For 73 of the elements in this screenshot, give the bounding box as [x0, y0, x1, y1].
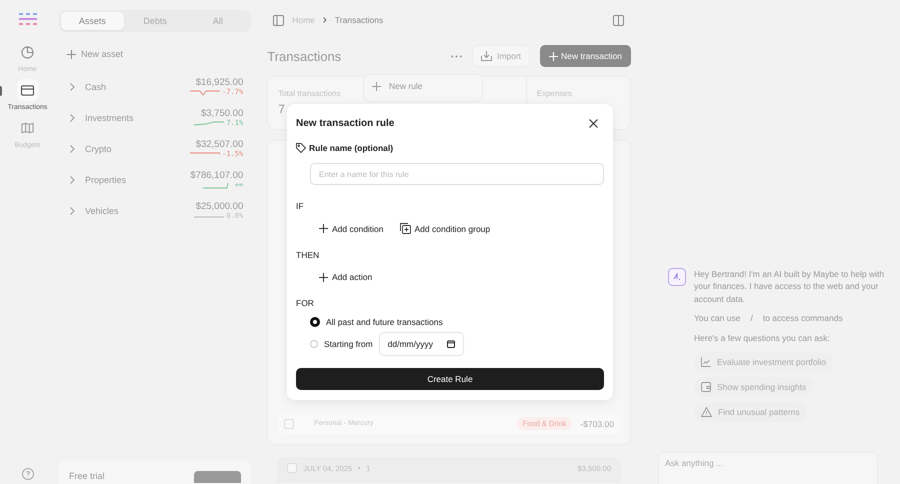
- plus-icon: [319, 224, 328, 233]
- add-condition-button[interactable]: Add condition: [319, 223, 384, 234]
- more-icon[interactable]: [450, 54, 462, 58]
- suggestions-intro: Here's a few questions you can ask:: [694, 332, 830, 344]
- option-label: Starting from: [324, 339, 373, 349]
- chevron-right-icon: [70, 114, 75, 122]
- breadcrumb-current: Transactions: [334, 15, 384, 25]
- field-label: Rule name (optional): [309, 143, 394, 153]
- pie-chart-icon: [21, 46, 34, 58]
- account-balance: $3,750.00: [200, 108, 244, 118]
- account-balance: $786,107.00: [190, 170, 244, 180]
- checkbox[interactable]: [284, 418, 294, 428]
- new-rule-menu-item[interactable]: New rule: [372, 81, 423, 91]
- plus-icon: [319, 272, 328, 282]
- account-name: Investments: [85, 112, 134, 122]
- credit-card-icon: [21, 84, 34, 96]
- close-icon[interactable]: [589, 119, 598, 128]
- tag-icon: [296, 143, 306, 153]
- plus-icon: [372, 82, 381, 90]
- calendar-icon: [447, 340, 455, 348]
- free-trial-label: Free trial: [69, 471, 105, 481]
- chart-icon: [701, 357, 711, 368]
- chevron-right-icon: [70, 144, 75, 152]
- wallet-icon: [701, 382, 711, 392]
- new-transaction-button[interactable]: New transaction: [540, 45, 631, 67]
- account-name: Vehicles: [85, 206, 119, 216]
- chevron-right-icon: [70, 82, 75, 90]
- section-label: IF: [296, 201, 305, 211]
- dialog-title: New transaction rule: [296, 118, 394, 129]
- download-icon: [480, 51, 492, 61]
- chevron-right-icon: [70, 206, 75, 214]
- chat-input-field[interactable]: Ask anything ...: [658, 452, 878, 484]
- add-condition-group-button[interactable]: Add condition group: [400, 223, 490, 234]
- radio-button[interactable]: [310, 317, 320, 327]
- rule-name-input[interactable]: Enter a name for this rule: [310, 163, 604, 185]
- transaction-amount: -$703.00: [580, 418, 614, 428]
- account-name: Cash: [85, 82, 106, 92]
- command-hint: to access commands: [762, 312, 843, 323]
- create-rule-button[interactable]: Create Rule: [296, 368, 604, 390]
- tab[interactable]: All: [186, 12, 250, 30]
- account-name: Properties: [85, 174, 126, 184]
- upgrade-button[interactable]: [194, 471, 242, 483]
- chevron-right-icon: [70, 176, 75, 184]
- account-balance: $32,507.00: [196, 138, 244, 150]
- assistant-message: Hey Bertrand! I'm an AI built by Maybe to help with your finances. I have access to the web and your account data.: [694, 268, 886, 305]
- tab[interactable]: Assets: [61, 12, 124, 30]
- help-icon[interactable]: [22, 468, 34, 480]
- command-hint: You can use: [694, 312, 740, 323]
- page-title: Transactions: [267, 48, 342, 64]
- logo-icon: [18, 13, 36, 25]
- plus-icon: [67, 50, 76, 58]
- account-balance: $25,000.00: [196, 200, 244, 212]
- date-input[interactable]: dd/mm/yyyy: [378, 332, 464, 356]
- option-label: All past and future transactions: [326, 317, 443, 327]
- account-name: Crypto: [85, 144, 112, 154]
- new-asset-button[interactable]: New asset: [67, 49, 124, 59]
- import-button[interactable]: Import: [472, 45, 530, 67]
- warning-icon: [701, 407, 712, 418]
- section-label: FOR: [296, 298, 315, 308]
- tab[interactable]: Debts: [124, 12, 186, 30]
- account-balance: $16,925.00: [196, 76, 244, 88]
- section-label: THEN: [296, 250, 320, 260]
- plus-icon: [549, 52, 558, 60]
- panel-toggle-icon[interactable]: [613, 14, 624, 26]
- assistant-avatar-icon: [668, 268, 686, 286]
- sidebar-toggle-icon[interactable]: [273, 14, 284, 26]
- command-key: /: [748, 312, 755, 323]
- map-icon: [21, 122, 34, 134]
- add-group-icon: [400, 223, 411, 234]
- chevron-right-icon: [322, 17, 327, 23]
- add-action-button[interactable]: Add action: [319, 272, 372, 282]
- stat-value: 7: [278, 102, 286, 116]
- checkbox[interactable]: [287, 463, 298, 473]
